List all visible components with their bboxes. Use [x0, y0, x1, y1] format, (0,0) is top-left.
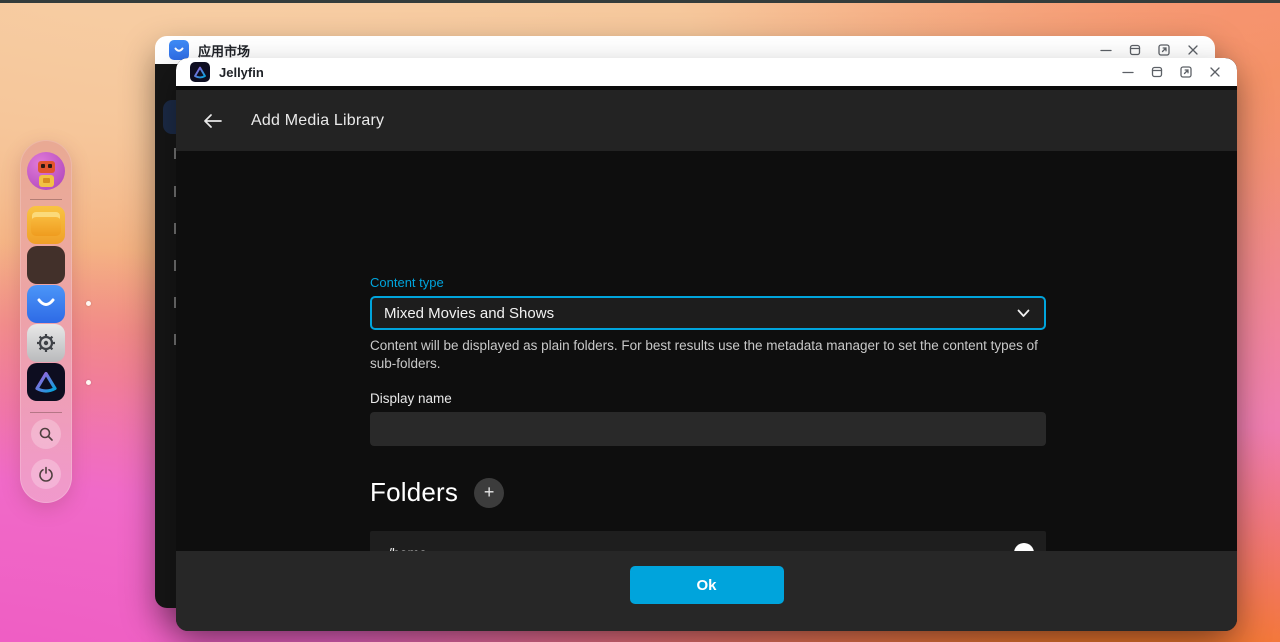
- search-icon[interactable]: [31, 419, 61, 449]
- back-arrow-icon[interactable]: [196, 104, 230, 138]
- dock: [20, 140, 91, 503]
- dialog-footer: Ok: [176, 551, 1237, 631]
- page-title: Add Media Library: [251, 111, 385, 129]
- appmarket-window-controls: [1098, 42, 1201, 58]
- power-icon[interactable]: [31, 459, 61, 489]
- detach-window-icon[interactable]: [1178, 64, 1194, 80]
- file-manager-icon[interactable]: [27, 206, 65, 244]
- close-icon[interactable]: [1185, 42, 1201, 58]
- display-name-input[interactable]: [370, 412, 1046, 446]
- top-panel: [0, 0, 1280, 3]
- jellyfin-titlebar[interactable]: Jellyfin: [176, 58, 1237, 86]
- plus-icon: +: [483, 481, 495, 502]
- jellyfin-app-icon: [190, 62, 210, 82]
- jellyfin-dock-icon[interactable]: [27, 363, 65, 401]
- desktop: 应用市场 Jellyfin Add Media Library Content …: [0, 0, 1280, 642]
- content-type-selected-value: Mixed Movies and Shows: [384, 304, 555, 322]
- dock-divider: [30, 199, 62, 200]
- minimize-icon[interactable]: [1098, 42, 1114, 58]
- display-name-label: Display name: [370, 391, 452, 406]
- running-indicator-jellyfin: [86, 380, 91, 385]
- dock-divider: [30, 412, 62, 413]
- appmarket-app-icon: [169, 40, 189, 60]
- close-icon[interactable]: [1207, 64, 1223, 80]
- app-grid-icon[interactable]: [27, 246, 65, 284]
- add-folder-button[interactable]: +: [474, 477, 505, 508]
- maximize-icon[interactable]: [1149, 64, 1165, 80]
- app-store-icon[interactable]: [27, 285, 65, 323]
- content-type-select[interactable]: Mixed Movies and Shows: [370, 296, 1046, 330]
- chevron-down-icon: [1017, 309, 1030, 318]
- jellyfin-window-controls: [1120, 64, 1223, 80]
- add-library-form: Content type Mixed Movies and Shows Cont…: [176, 151, 1237, 623]
- launcher-avatar-icon[interactable]: [27, 152, 65, 190]
- settings-gear-icon[interactable]: [27, 324, 65, 362]
- folders-heading: Folders: [370, 477, 459, 507]
- jellyfin-window-title: Jellyfin: [219, 64, 264, 80]
- appmarket-window-title: 应用市场: [198, 43, 251, 59]
- content-type-help-text: Content will be displayed as plain folde…: [370, 338, 1038, 371]
- content-type-label: Content type: [370, 275, 444, 290]
- add-media-library-header: Add Media Library: [176, 90, 1237, 151]
- jellyfin-window: Jellyfin Add Media Library Content type …: [176, 58, 1237, 631]
- minimize-icon[interactable]: [1120, 64, 1136, 80]
- detach-window-icon[interactable]: [1156, 42, 1172, 58]
- running-indicator-app-store: [86, 301, 91, 306]
- maximize-icon[interactable]: [1127, 42, 1143, 58]
- ok-button[interactable]: Ok: [629, 566, 784, 604]
